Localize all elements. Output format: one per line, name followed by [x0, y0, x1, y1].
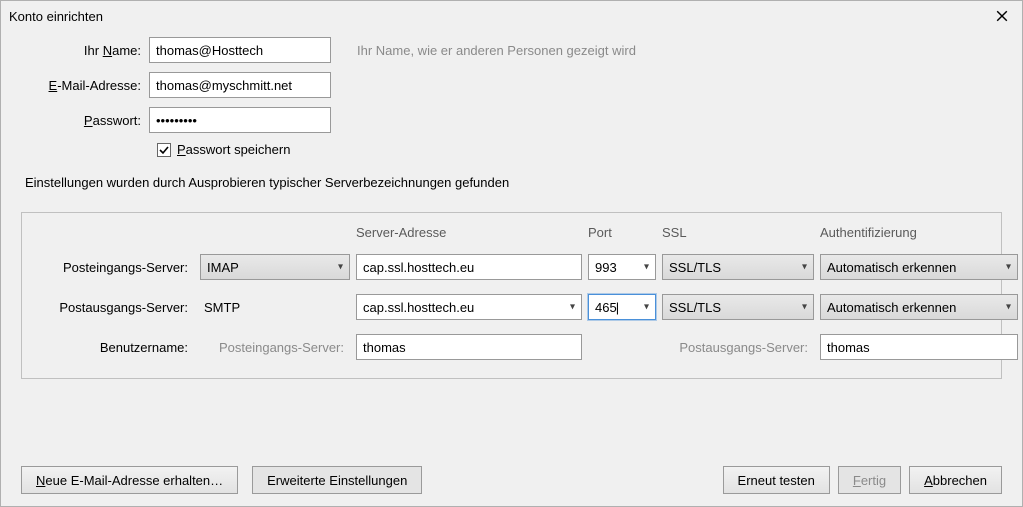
incoming-ssl-select[interactable]: SSL/TLS ▾: [662, 254, 814, 280]
window-title: Konto einrichten: [9, 9, 990, 24]
username-out-input[interactable]: [820, 334, 1018, 360]
titlebar: Konto einrichten: [1, 1, 1022, 31]
incoming-host-input[interactable]: [356, 254, 582, 280]
incoming-port-select[interactable]: 993 ▾: [588, 254, 656, 280]
outgoing-protocol-text: SMTP: [200, 300, 350, 315]
name-field[interactable]: [149, 37, 331, 63]
account-setup-window: Konto einrichten Ihr Name: Ihr Name, wie…: [0, 0, 1023, 507]
outgoing-port-select[interactable]: 465 ▾: [588, 294, 656, 320]
username-in-input[interactable]: [356, 334, 582, 360]
col-header-address: Server-Adresse: [356, 225, 582, 240]
incoming-protocol-select[interactable]: IMAP ▾: [200, 254, 350, 280]
server-settings-box: Server-Adresse Port SSL Authentifizierun…: [21, 212, 1002, 379]
incoming-row-label: Posteingangs-Server:: [36, 260, 194, 275]
done-button[interactable]: Fertig: [838, 466, 901, 494]
advanced-settings-button[interactable]: Erweiterte Einstellungen: [252, 466, 422, 494]
username-row-label: Benutzername:: [36, 340, 194, 355]
chevron-down-icon: ▾: [1006, 302, 1011, 313]
username-out-label: Postausgangs-Server:: [662, 340, 814, 355]
chevron-down-icon: ▾: [338, 262, 343, 273]
email-field[interactable]: [149, 72, 331, 98]
password-label: Passwort:: [21, 113, 149, 128]
status-text: Einstellungen wurden durch Ausprobieren …: [21, 175, 1002, 190]
outgoing-auth-select[interactable]: Automatisch erkennen ▾: [820, 294, 1018, 320]
chevron-down-icon: ▾: [644, 302, 649, 313]
col-header-ssl: SSL: [662, 225, 814, 240]
username-in-label: Posteingangs-Server:: [200, 340, 350, 355]
password-field[interactable]: [149, 107, 331, 133]
chevron-down-icon: ▾: [644, 262, 649, 273]
retest-button[interactable]: Erneut testen: [723, 466, 830, 494]
outgoing-ssl-select[interactable]: SSL/TLS ▾: [662, 294, 814, 320]
cancel-button[interactable]: Abbrechen: [909, 466, 1002, 494]
chevron-down-icon: ▾: [570, 302, 575, 313]
chevron-down-icon: ▾: [802, 262, 807, 273]
save-password-label: Passwort speichern: [177, 142, 290, 157]
name-hint: Ihr Name, wie er anderen Personen gezeig…: [331, 43, 636, 58]
col-header-port: Port: [588, 225, 656, 240]
col-header-auth: Authentifizierung: [820, 225, 1018, 240]
chevron-down-icon: ▾: [802, 302, 807, 313]
outgoing-row-label: Postausgangs-Server:: [36, 300, 194, 315]
new-email-button[interactable]: Neue E-Mail-Adresse erhalten…: [21, 466, 238, 494]
chevron-down-icon: ▾: [1006, 262, 1011, 273]
button-row: Neue E-Mail-Adresse erhalten… Erweiterte…: [21, 466, 1002, 494]
name-label: Ihr Name:: [21, 43, 149, 58]
incoming-auth-select[interactable]: Automatisch erkennen ▾: [820, 254, 1018, 280]
email-label: E-Mail-Adresse:: [21, 78, 149, 93]
close-icon[interactable]: [990, 4, 1014, 28]
save-password-checkbox[interactable]: [157, 143, 171, 157]
outgoing-host-select[interactable]: cap.ssl.hosttech.eu ▾: [356, 294, 582, 320]
